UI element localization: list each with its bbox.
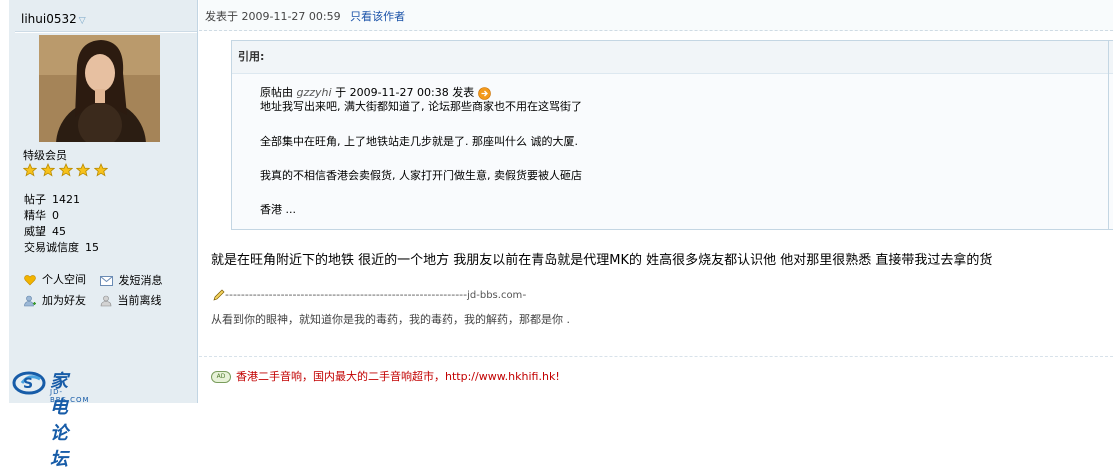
post-main: 发表于 2009-11-27 00:59 只看该作者 引用: 原帖由 gzzyh… — [199, 0, 1113, 403]
quote-line: 我真的不相信香港会卖假货, 人家打开门做生意, 卖假货要被人砸店 — [260, 169, 582, 182]
star-icon — [76, 163, 91, 177]
svg-text:S: S — [23, 376, 33, 392]
author-stats: 帖子 1421 精华 0 威望 45 交易诚信度 15 — [24, 192, 99, 256]
author-actions: 个人空间 发短消息 加为好友 当前离线 — [24, 271, 173, 313]
member-rank: 特级会员 — [23, 149, 67, 162]
author-only-link[interactable]: 只看该作者 — [350, 10, 405, 23]
send-message-link[interactable]: 发短消息 — [99, 272, 163, 290]
stat-credit: 交易诚信度 15 — [24, 240, 99, 256]
star-icon — [94, 163, 109, 177]
stat-label: 威望 — [24, 225, 46, 238]
quote-line: 香港 ... — [260, 203, 296, 216]
username-text[interactable]: lihui0532 — [21, 12, 77, 26]
logo-swoosh-icon: S — [12, 371, 46, 395]
stat-value: 15 — [85, 241, 99, 254]
quote-origin-suffix: 发表 — [452, 86, 475, 99]
signature-divider: ----------------------------------------… — [213, 288, 693, 301]
logo-subtitle: JD-BBS.COM — [50, 388, 90, 404]
star-icon — [58, 163, 73, 177]
offline-user-icon — [100, 295, 111, 307]
quote-origin: 原帖由 gzzyhi 于 2009-11-27 00:38 发表 — [260, 86, 582, 100]
author-username[interactable]: lihui0532 ▽ — [21, 12, 86, 26]
stat-digest: 精华 0 — [24, 208, 99, 224]
heart-icon — [24, 275, 36, 286]
quote-body: 原帖由 gzzyhi 于 2009-11-27 00:38 发表 地址我写出来吧… — [260, 86, 582, 217]
logo-title: 家电论坛 — [50, 371, 69, 470]
post-meta: 发表于 2009-11-27 00:59 只看该作者 — [205, 8, 405, 24]
divider — [15, 31, 197, 33]
personal-space-label[interactable]: 个人空间 — [42, 271, 86, 289]
avatar — [39, 35, 160, 142]
quote-origin-mid: 于 — [335, 86, 347, 99]
online-status-label: 当前离线 — [117, 294, 162, 307]
posted-time: 2009-11-27 00:59 — [241, 10, 341, 23]
quote-edge — [1108, 40, 1113, 230]
quote-line: 地址我写出来吧, 满大街都知道了, 论坛那些商家也不用在这骂街了 — [260, 100, 582, 113]
rank-stars — [23, 163, 109, 177]
star-icon — [23, 163, 37, 177]
post-meta-bar: 发表于 2009-11-27 00:59 只看该作者 — [199, 0, 1113, 31]
quote-header: 引用: — [232, 41, 1113, 74]
goto-post-arrow-icon[interactable] — [477, 86, 491, 100]
quote-line: 全部集中在旺角, 上了地铁站走几步就是了. 那座叫什么 诚的大厦. — [260, 135, 578, 148]
add-user-icon — [24, 295, 36, 307]
send-message-label[interactable]: 发短消息 — [119, 272, 163, 290]
stat-label: 帖子 — [24, 193, 46, 206]
envelope-icon — [99, 276, 113, 286]
reply-text: 就是在旺角附近下的地铁 很近的一个地方 我朋友以前在青岛就是代理MK的 姓高很多… — [211, 253, 993, 268]
stat-value: 0 — [52, 209, 59, 222]
signature-watermark: jd-bbs.com — [467, 290, 523, 301]
ad-text[interactable]: 香港二手音响，国内最大的二手音响超市， — [236, 370, 445, 383]
quote-origin-time: 2009-11-27 00:38 — [349, 86, 449, 99]
stat-prestige: 威望 45 — [24, 224, 99, 240]
site-logo[interactable]: S 家电论坛 JD-BBS.COM — [12, 367, 89, 470]
ad-url[interactable]: http://www.hkhifi.hk — [445, 370, 555, 383]
add-friend-link[interactable]: 加为好友 — [24, 292, 86, 310]
stat-posts: 帖子 1421 — [24, 192, 99, 208]
pencil-icon — [213, 289, 225, 301]
quote-origin-prefix: 原帖由 — [260, 86, 293, 99]
chevron-down-icon[interactable]: ▽ — [79, 16, 86, 26]
ad-badge: AD — [211, 371, 231, 383]
online-status: 当前离线 — [100, 292, 162, 310]
stat-value: 1421 — [52, 193, 80, 206]
quote-block: 引用: 原帖由 gzzyhi 于 2009-11-27 00:38 发表 地址我… — [231, 40, 1113, 230]
personal-space-link[interactable]: 个人空间 — [24, 271, 86, 289]
posted-label: 发表于 — [205, 10, 238, 23]
user-signature: 从看到你的眼神，就知道你是我的毒药，我的毒药，我的解药，那都是你 . — [211, 313, 570, 326]
ad-link[interactable]: AD 香港二手音响，国内最大的二手音响超市，http://www.hkhifi.h… — [211, 368, 560, 384]
add-friend-label[interactable]: 加为好友 — [42, 292, 86, 310]
star-icon — [40, 163, 55, 177]
avatar-image — [39, 35, 160, 142]
quote-author-link[interactable]: gzzyhi — [297, 86, 332, 99]
author-sidebar: lihui0532 ▽ 特级会员 帖子 1421 精华 0 威望 45 交易诚信度 15 — [9, 0, 198, 470]
stat-label: 精华 — [24, 209, 46, 222]
stat-value: 45 — [52, 225, 66, 238]
ad-bar: AD 香港二手音响，国内最大的二手音响超市，http://www.hkhifi.h… — [199, 356, 1113, 389]
stat-label: 交易诚信度 — [24, 241, 79, 254]
ad-exclaim: ! — [555, 370, 560, 383]
